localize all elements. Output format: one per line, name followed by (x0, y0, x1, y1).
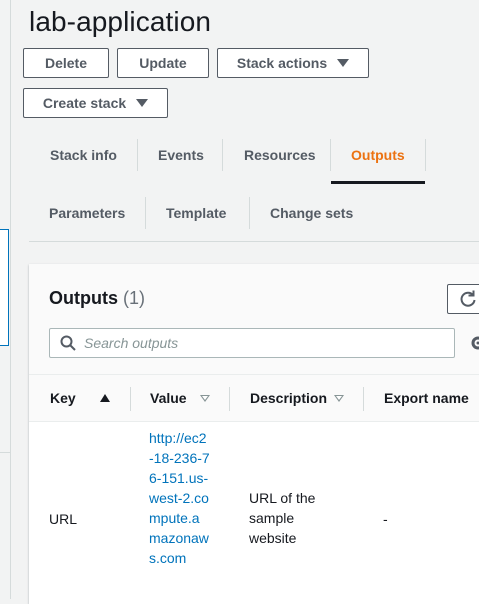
tab-divider (222, 139, 223, 171)
tab-divider (425, 139, 426, 171)
refresh-button[interactable] (447, 284, 479, 314)
tab-parameters[interactable]: Parameters (49, 205, 125, 221)
tab-stack-info[interactable]: Stack info (50, 147, 117, 163)
output-value-link[interactable]: http://ec2-18-236-76-151.us-west-2.compu… (149, 428, 211, 568)
column-divider (363, 387, 364, 411)
search-outputs-input[interactable] (84, 332, 444, 354)
gear-icon[interactable] (470, 335, 479, 351)
sort-descending-icon[interactable] (200, 395, 210, 402)
tabs-bottom-border (29, 241, 479, 242)
left-panel-separator (0, 452, 10, 453)
tab-divider (330, 139, 331, 171)
outputs-card-header: Outputs (1) (29, 264, 479, 374)
column-header-export-name[interactable]: Export name (384, 390, 469, 406)
left-panel-divider (10, 0, 11, 599)
output-export-name: - (383, 509, 388, 529)
refresh-icon (458, 289, 478, 309)
outputs-heading: Outputs (1) (49, 288, 145, 309)
outputs-count: (1) (123, 288, 145, 308)
tab-events[interactable]: Events (158, 147, 204, 163)
tab-divider (249, 197, 250, 229)
stack-actions-label: Stack actions (237, 55, 327, 71)
tab-divider (137, 139, 138, 171)
output-description: URL of the sample website (249, 488, 329, 548)
delete-button-label: Delete (45, 55, 87, 71)
output-key: URL (49, 509, 77, 529)
update-button-label: Update (139, 55, 186, 71)
tab-resources[interactable]: Resources (244, 147, 316, 163)
left-selected-item[interactable] (0, 229, 9, 346)
active-tab-indicator (331, 181, 425, 184)
delete-button[interactable]: Delete (23, 48, 109, 78)
outputs-card: Outputs (1) Key Value Description (29, 264, 479, 604)
outputs-heading-label: Outputs (49, 288, 118, 308)
caret-down-icon (337, 59, 349, 67)
tab-outputs[interactable]: Outputs (351, 147, 405, 163)
page-title: lab-application (29, 6, 211, 38)
search-icon (60, 335, 76, 351)
tab-change-sets[interactable]: Change sets (270, 205, 353, 221)
column-divider (130, 387, 131, 411)
tab-divider (145, 197, 146, 229)
column-header-value[interactable]: Value (150, 390, 187, 406)
tab-template[interactable]: Template (166, 205, 226, 221)
column-divider (229, 387, 230, 411)
column-header-description[interactable]: Description (250, 390, 327, 406)
column-header-key[interactable]: Key (50, 390, 76, 406)
sort-descending-icon[interactable] (334, 395, 344, 402)
create-stack-label: Create stack (43, 95, 126, 111)
table-header: Key Value Description Export name (29, 374, 479, 422)
create-stack-button[interactable]: Create stack (23, 88, 168, 118)
sort-ascending-icon[interactable] (100, 394, 110, 402)
caret-down-icon (136, 99, 148, 107)
search-outputs-field[interactable] (49, 328, 455, 358)
update-button[interactable]: Update (117, 48, 209, 78)
stack-actions-button[interactable]: Stack actions (217, 48, 369, 78)
